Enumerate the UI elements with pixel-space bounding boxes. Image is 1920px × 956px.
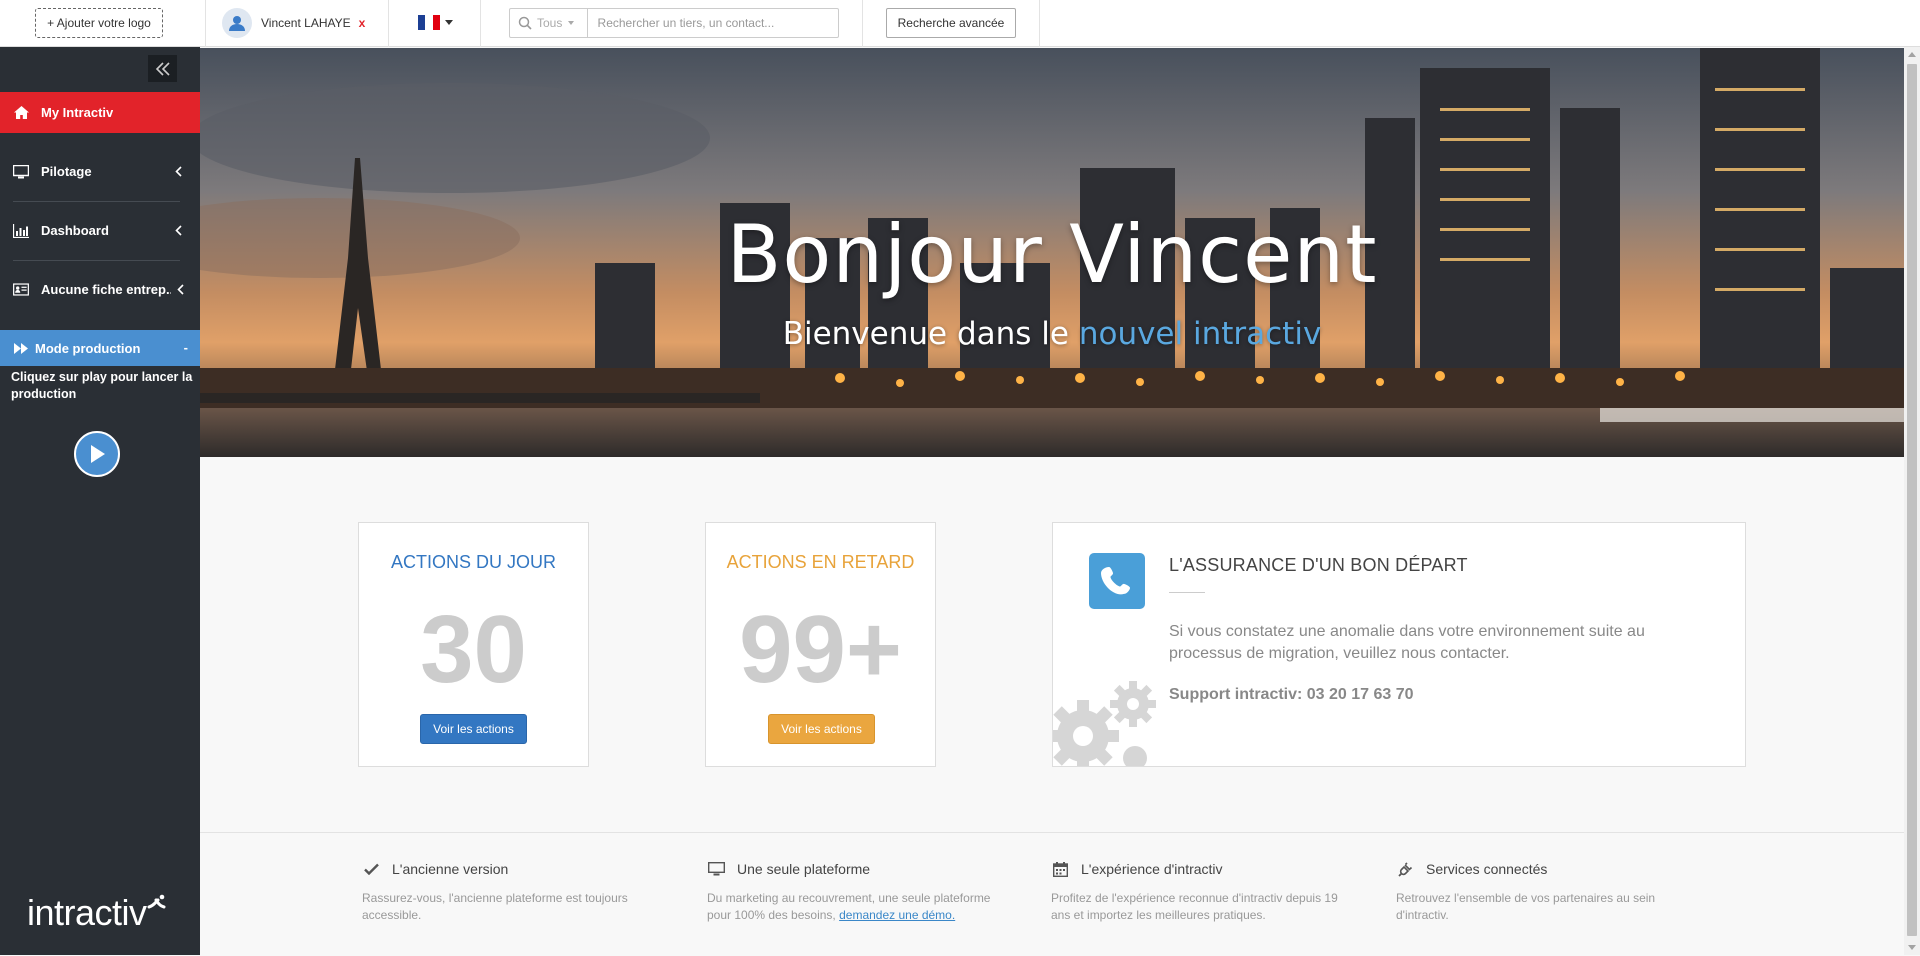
close-icon[interactable]: x xyxy=(359,16,366,30)
sidebar-item-my-intractiv[interactable]: My Intractiv xyxy=(0,92,200,133)
chevron-left-icon xyxy=(175,166,182,177)
feature-description: Profitez de l'expérience reconnue d'intr… xyxy=(1051,891,1338,922)
id-card-icon xyxy=(13,282,29,298)
top-bar: + Ajouter votre logo Vincent LAHAYE x To… xyxy=(0,0,1920,47)
sidebar-item-label: Dashboard xyxy=(41,223,109,238)
collapse-sidebar-button[interactable] xyxy=(148,55,177,82)
request-demo-link[interactable]: demandez une démo. xyxy=(839,908,955,922)
feature-description: Du marketing au recouvrement, une seule … xyxy=(707,890,997,924)
greeting-title: Bonjour Vincent xyxy=(726,208,1378,301)
play-icon xyxy=(91,445,105,463)
fast-forward-icon xyxy=(13,340,29,356)
scroll-down-arrow-icon[interactable] xyxy=(1908,945,1916,950)
hero-banner: Bonjour Vincent Bienvenue dans le nouvel… xyxy=(200,48,1904,457)
vertical-scrollbar[interactable] xyxy=(1904,47,1920,955)
today-actions-card: ACTIONS DU JOUR 30 Voir les actions xyxy=(358,522,589,767)
feature-single-platform: Une seule plateforme Du marketing au rec… xyxy=(707,860,1007,924)
production-mode-label: Mode production xyxy=(35,340,141,356)
scroll-up-arrow-icon[interactable] xyxy=(1908,52,1916,57)
view-today-actions-button[interactable]: Voir les actions xyxy=(420,714,527,744)
late-actions-card: ACTIONS EN RETARD 99+ Voir les actions xyxy=(705,522,936,767)
sidebar-item-label: My Intractiv xyxy=(41,105,114,120)
feature-experience: L'expérience d'intractiv Profitez de l'e… xyxy=(1051,860,1351,924)
bar-chart-icon xyxy=(13,223,29,239)
divider xyxy=(205,0,206,47)
divider xyxy=(1169,592,1205,593)
scroll-thumb[interactable] xyxy=(1907,64,1917,936)
gears-icon xyxy=(1053,681,1156,766)
feature-description: Rassurez-vous, l'ancienne plateforme est… xyxy=(362,891,628,922)
divider xyxy=(388,0,389,47)
brand-name: intractiv xyxy=(27,892,147,933)
calendar-icon xyxy=(1051,861,1069,877)
divider xyxy=(480,0,481,47)
chevron-left-icon xyxy=(175,225,182,236)
feature-legacy-version: L'ancienne version Rassurez-vous, l'anci… xyxy=(362,860,662,924)
late-actions-count: 99+ xyxy=(739,596,902,703)
sidebar-item-label: Aucune fiche entrep.. xyxy=(41,282,171,297)
brand-mark-icon xyxy=(147,894,166,909)
feature-description: Retrouvez l'ensemble de vos partenaires … xyxy=(1396,891,1656,922)
add-logo-button[interactable]: + Ajouter votre logo xyxy=(35,8,163,38)
feature-title: L'expérience d'intractiv xyxy=(1081,861,1223,877)
search-box: Tous xyxy=(509,8,839,38)
support-card: L'ASSURANCE D'UN BON DÉPART Si vous cons… xyxy=(1052,522,1746,767)
support-text: Si vous constatez une anomalie dans votr… xyxy=(1169,623,1645,662)
view-late-actions-button[interactable]: Voir les actions xyxy=(768,714,875,744)
chevron-down-icon xyxy=(445,20,453,25)
feature-title: Services connectés xyxy=(1426,861,1548,877)
french-flag-icon xyxy=(418,15,440,30)
search-icon xyxy=(518,16,532,30)
brand-logo: intractiv xyxy=(27,893,167,933)
support-phone: Support intractiv: 03 20 17 63 70 xyxy=(1169,686,1414,703)
today-actions-count: 30 xyxy=(420,596,527,703)
chevron-down-icon xyxy=(568,21,575,25)
sidebar: My Intractiv Pilotage Dashboard Aucune f… xyxy=(0,47,200,955)
sidebar-item-company-record[interactable]: Aucune fiche entrep.. xyxy=(0,269,200,310)
search-scope-value: Tous xyxy=(537,16,563,30)
double-chevron-left-icon xyxy=(155,61,170,76)
card-title: ACTIONS EN RETARD xyxy=(726,552,915,572)
feature-connected-services: Services connectés Retrouvez l'ensemble … xyxy=(1396,860,1696,924)
language-selector[interactable] xyxy=(418,15,453,30)
collapse-toggle[interactable]: - xyxy=(184,340,188,355)
user-avatar-icon xyxy=(222,8,252,38)
check-icon xyxy=(362,861,380,877)
support-title: L'ASSURANCE D'UN BON DÉPART xyxy=(1169,555,1468,575)
sidebar-item-dashboard[interactable]: Dashboard xyxy=(0,210,200,251)
subtitle-highlight: nouvel intractiv xyxy=(1078,316,1322,352)
sidebar-item-label: Pilotage xyxy=(41,164,92,179)
card-title: ACTIONS DU JOUR xyxy=(390,552,556,572)
advanced-search-button[interactable]: Recherche avancée xyxy=(886,8,1016,38)
monitor-icon xyxy=(707,861,725,877)
home-icon xyxy=(13,105,29,121)
chevron-left-icon xyxy=(177,284,184,295)
greeting-subtitle: Bienvenue dans le nouvel intractiv xyxy=(200,316,1904,352)
feature-title: Une seule plateforme xyxy=(737,861,871,877)
divider xyxy=(862,0,863,47)
plug-icon xyxy=(1396,861,1414,877)
user-block[interactable]: Vincent LAHAYE x xyxy=(222,8,365,38)
sidebar-item-pilotage[interactable]: Pilotage xyxy=(0,151,200,192)
play-button[interactable] xyxy=(74,431,120,477)
divider xyxy=(13,201,180,202)
feature-title: L'ancienne version xyxy=(392,861,509,877)
production-description: Cliquez sur play pour lancer la producti… xyxy=(11,370,193,401)
divider xyxy=(13,260,180,261)
features-footer: L'ancienne version Rassurez-vous, l'anci… xyxy=(200,832,1904,956)
search-input[interactable] xyxy=(587,9,838,37)
phone-icon xyxy=(1089,553,1145,609)
divider xyxy=(1039,0,1040,47)
monitor-icon xyxy=(13,164,29,180)
search-scope-select[interactable]: Tous xyxy=(510,9,588,37)
subtitle-prefix: Bienvenue dans le xyxy=(782,316,1069,352)
production-mode-header[interactable]: Mode production - xyxy=(0,330,200,366)
user-name: Vincent LAHAYE xyxy=(261,16,351,30)
